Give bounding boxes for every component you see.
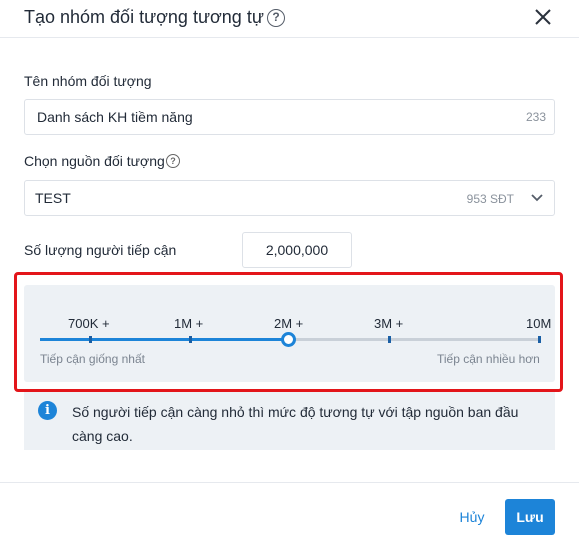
similar-audience-dialog: Tạo nhóm đối tượng tương tự ? Tên nhóm đ… — [0, 0, 579, 546]
group-name-value: Danh sách KH tiềm năng — [37, 109, 193, 125]
group-name-input[interactable]: Danh sách KH tiềm năng 233 — [24, 99, 555, 135]
question-circle-icon[interactable]: ? — [166, 154, 180, 168]
close-icon[interactable] — [533, 7, 553, 27]
group-name-label: Tên nhóm đối tượng — [24, 73, 152, 89]
save-button[interactable]: Lưu — [505, 499, 555, 535]
source-selected-value: TEST — [35, 190, 71, 206]
reach-count-input[interactable]: 2,000,000 — [242, 232, 352, 268]
source-phone-count: 953 SĐT — [466, 192, 514, 206]
question-circle-icon[interactable]: ? — [267, 9, 285, 27]
source-select[interactable]: TEST 953 SĐT — [24, 180, 555, 216]
footer-divider — [0, 482, 579, 483]
highlight-outline — [14, 272, 563, 392]
info-text: Số người tiếp cận càng nhỏ thì mức độ tư… — [72, 404, 519, 444]
dialog-header: Tạo nhóm đối tượng tương tự ? — [0, 0, 579, 38]
dialog-title: Tạo nhóm đối tượng tương tự — [24, 7, 264, 27]
group-name-char-count: 233 — [525, 110, 546, 124]
info-icon: i — [38, 401, 57, 420]
cancel-button[interactable]: Hủy — [452, 506, 492, 528]
reach-label: Số lượng người tiếp cận — [24, 242, 177, 258]
chevron-down-icon[interactable] — [530, 191, 544, 205]
source-label: Chọn nguồn đối tượng — [24, 153, 165, 169]
